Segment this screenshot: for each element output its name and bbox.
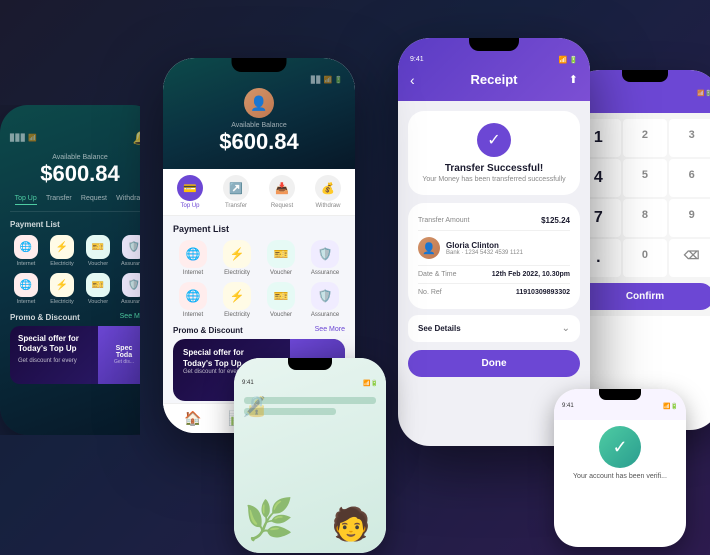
transfer-amount-label: Transfer Amount (418, 217, 470, 224)
ref-label: No. Ref (418, 289, 442, 296)
bottom-nav-home[interactable]: 🏠 (184, 410, 201, 427)
tab-request-label: Request (271, 203, 293, 209)
promo-section-title: Promo & Discount (173, 326, 243, 335)
key-del[interactable]: ⌫ (669, 239, 710, 277)
promo-title: Promo & Discount (10, 313, 80, 322)
confirm-button[interactable]: Confirm (576, 283, 710, 310)
tab-transfer-label: Transfer (225, 203, 247, 209)
person-figure: 🧑 (331, 505, 371, 543)
list-item[interactable]: 🌐Internet (173, 240, 213, 276)
bottom-right-phone: 9:41 📶🔋 ✓ Your account has been verifi..… (554, 389, 686, 547)
see-details-row[interactable]: See Details ⌄ (408, 315, 580, 342)
left-balance-label: Available Balance (10, 154, 150, 161)
nav-request[interactable]: Request (81, 195, 107, 205)
fingerprint-icon: 🔏 (242, 394, 267, 419)
list-item[interactable]: ⚡Electricity (217, 282, 257, 318)
list-item[interactable]: 🌐Internet (173, 282, 213, 318)
left-balance: $600.84 (10, 161, 150, 187)
list-item[interactable]: 🛡️Assurance (305, 282, 345, 318)
receipt-title: Receipt (471, 72, 518, 87)
tab-withdraw[interactable]: 💰 Withdraw (315, 175, 341, 209)
transfer-amount-value: $125.24 (541, 216, 570, 225)
promo-right-sub: Get dis... (114, 359, 134, 365)
payment-grid-2: 🌐Internet ⚡Electricity 🎫Voucher 🛡️Assura… (10, 273, 150, 305)
success-sub: Your Money has been transferred successf… (418, 176, 570, 183)
recipient-bank: Bank · 1234 5432 4539 1121 (446, 250, 523, 256)
key-5[interactable]: 5 (623, 159, 668, 197)
list-item[interactable]: 🌐Internet (10, 235, 42, 267)
tab-topup-label: Top Up (180, 203, 199, 209)
list-item[interactable]: 🎫Voucher (261, 282, 301, 318)
success-icon: ✓ (477, 123, 511, 157)
plant-decoration: 🌿 (244, 496, 294, 543)
date-label: Date & Time (418, 271, 457, 278)
nav-withdraw[interactable]: Withdraw (116, 195, 145, 205)
see-more-link[interactable]: See More (120, 313, 150, 322)
tab-request[interactable]: 📥 Request (269, 175, 295, 209)
see-more-btn[interactable]: See More (315, 326, 345, 335)
left-section-title: Payment List (10, 220, 150, 229)
bottom-center-phone: 9:41 📶🔋 🌿 🧑 🔏 (234, 358, 386, 553)
see-details-text: See Details (418, 324, 461, 333)
done-button[interactable]: Done (408, 350, 580, 377)
bottom-phone-time: 9:41 (242, 380, 254, 387)
ref-value: 11910309893302 (516, 289, 570, 296)
key-0[interactable]: 0 (623, 239, 668, 277)
list-item[interactable]: ⚡Electricity (217, 240, 257, 276)
success-card: ✓ Transfer Successful! Your Money has be… (408, 111, 580, 195)
tab-transfer[interactable]: ↗️ Transfer (223, 175, 249, 209)
share-btn[interactable]: ⬆ (569, 73, 578, 86)
tab-withdraw-label: Withdraw (315, 203, 340, 209)
center-balance-label: Available Balance (175, 122, 343, 129)
nav-topup[interactable]: Top Up (15, 195, 37, 205)
nav-transfer[interactable]: Transfer (46, 195, 72, 205)
success-title: Transfer Successful! (418, 163, 570, 174)
br-phone-time: 9:41 (562, 403, 574, 410)
key-3[interactable]: 3 (669, 119, 710, 157)
list-item[interactable]: 🛡️Assurance (118, 235, 150, 267)
list-item[interactable]: 🎫Voucher (82, 273, 114, 305)
list-item[interactable]: 🛡️Assurance (118, 273, 150, 305)
chevron-down-icon: ⌄ (562, 323, 570, 334)
payment-grid-1: 🌐Internet ⚡Electricity 🎫Voucher 🛡️Assura… (10, 235, 150, 267)
recipient-name: Gloria Clinton (446, 241, 523, 250)
recipient-avatar: 👤 (418, 237, 440, 259)
list-item[interactable]: 🛡️Assurance (305, 240, 345, 276)
back-btn[interactable]: ‹ (410, 72, 415, 88)
payment-list-title: Payment List (173, 224, 345, 234)
list-item[interactable]: ⚡Electricity (46, 273, 78, 305)
key-8[interactable]: 8 (623, 199, 668, 237)
promo-right-text: SpecToda (116, 345, 133, 359)
tab-topup[interactable]: 💳 Top Up (177, 175, 203, 209)
list-item[interactable]: 🌐Internet (10, 273, 42, 305)
recipient-row: 👤 Gloria Clinton Bank · 1234 5432 4539 1… (418, 231, 570, 266)
list-item[interactable]: ⚡Electricity (46, 235, 78, 267)
receipt-details-card: Transfer Amount $125.24 👤 Gloria Clinton… (408, 203, 580, 309)
key-2[interactable]: 2 (623, 119, 668, 157)
key-6[interactable]: 6 (669, 159, 710, 197)
right-phone: 9:41 📶🔋 1 2 3 4 5 6 7 8 9 . 0 ⌫ Confirm (570, 70, 710, 430)
verify-text: Your account has been verifi... (564, 472, 676, 481)
list-item[interactable]: 🎫Voucher (261, 240, 301, 276)
avatar: 👤 (244, 88, 274, 118)
list-item[interactable]: 🎫Voucher (82, 235, 114, 267)
receipt-time: 9:41 (410, 56, 424, 64)
center-balance: $600.84 (175, 129, 343, 155)
left-phone: ▊▊▊ 📶 🔔 Available Balance $600.84 Top Up… (0, 105, 160, 435)
date-value: 12th Feb 2022, 10.30pm (492, 271, 570, 278)
receipt-phone: 9:41 📶 🔋 ‹ Receipt ⬆ ✓ Transfer Successf… (398, 38, 590, 446)
verify-circle: ✓ (599, 426, 641, 468)
key-9[interactable]: 9 (669, 199, 710, 237)
